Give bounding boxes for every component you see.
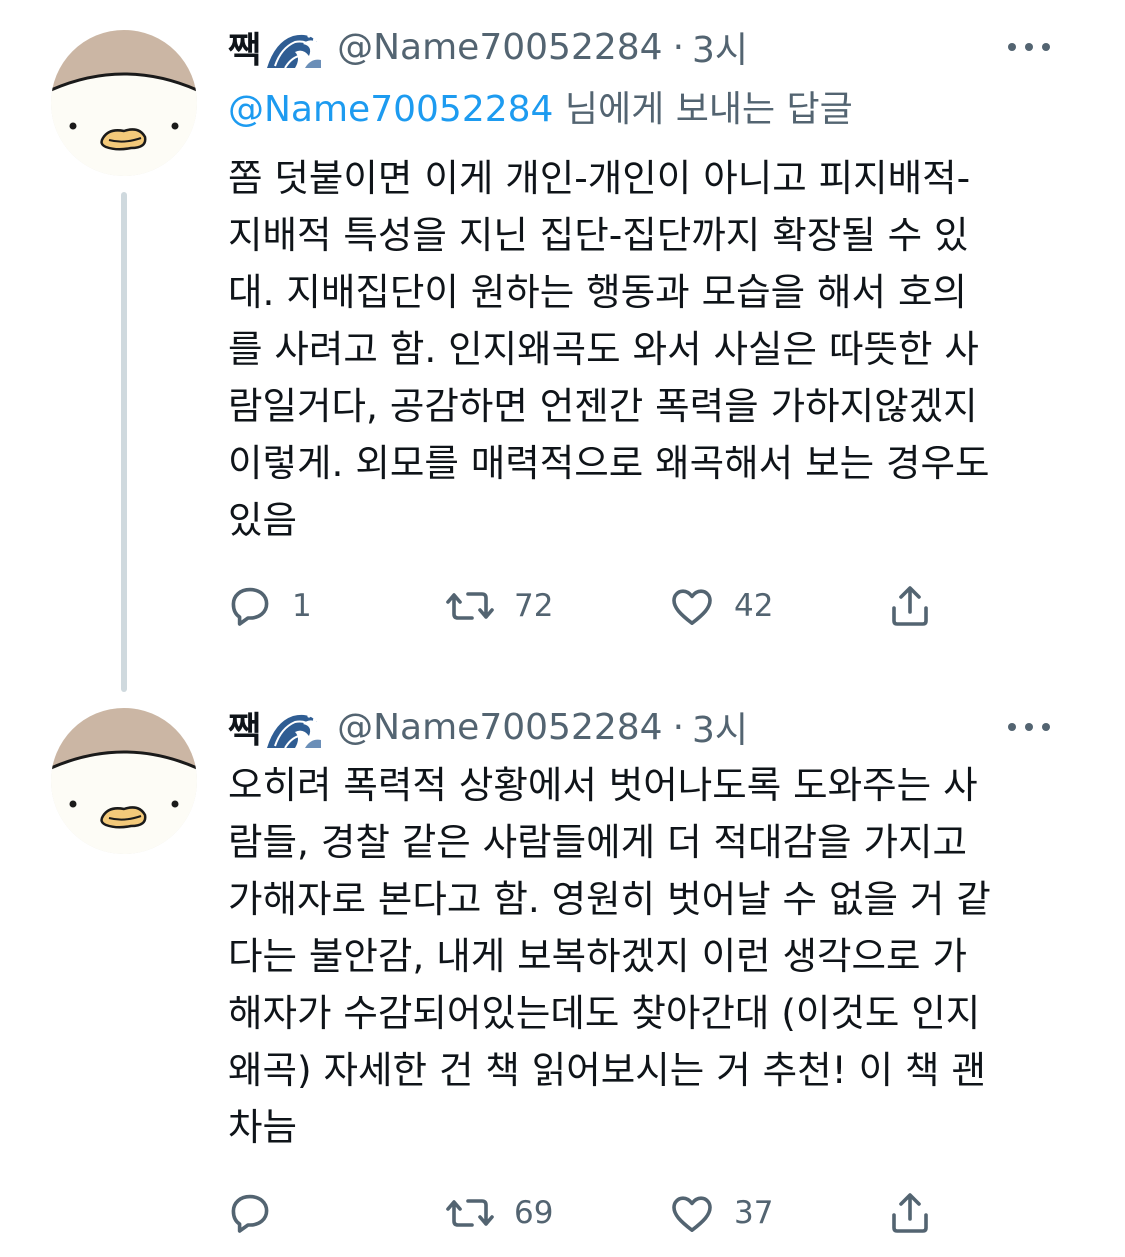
tweet-header: 짹 @Name70052284 · 3시	[228, 702, 1085, 752]
retweet-icon	[446, 592, 494, 620]
like-button[interactable]: 42	[668, 578, 773, 634]
more-options-button[interactable]	[1001, 32, 1057, 62]
tweet-text-line: 람일거다, 공감하면 언젠간 폭력을 가하지않겠지	[228, 384, 978, 428]
share-icon	[892, 1193, 928, 1233]
avatar[interactable]	[51, 30, 197, 176]
tweet-actions: 69 37	[226, 1185, 946, 1241]
reply-icon	[231, 1194, 269, 1233]
like-count: 37	[734, 1195, 774, 1231]
retweet-icon	[446, 1199, 494, 1227]
tweet-text-line: 대. 지배집단이 원하는 행동과 모습을 해서 호의	[228, 270, 967, 314]
tweet-text-line: 오히려 폭력적 상황에서 벗어나도록 도와주는 사	[228, 763, 978, 807]
tweet-thread: 짹 @Name70052284 · 3시 @Name70052284 님에게 보…	[0, 0, 1125, 1257]
handle[interactable]: @Name70052284	[337, 707, 662, 748]
handle[interactable]: @Name70052284	[337, 27, 662, 68]
reply-to-suffix: 님에게 보내는 답글	[553, 89, 853, 130]
reply-button[interactable]: 1	[226, 578, 312, 634]
timestamp[interactable]: 3시	[692, 21, 748, 73]
tweet-text-line: 람들, 경찰 같은 사람들에게 더 적대감을 가지고	[228, 820, 967, 864]
share-button[interactable]	[886, 1185, 934, 1241]
duck-avatar-icon	[51, 708, 197, 854]
thread-connector-line	[121, 192, 127, 692]
tweet-text: 쫌 덧붙이면 이게 개인-개인이 아니고 피지배적- 지배적 특성을 지닌 집단…	[228, 150, 1080, 549]
tweet-text-line: 차늠	[228, 1105, 297, 1149]
reply-count: 1	[292, 588, 312, 624]
display-name[interactable]: 짹	[228, 21, 261, 73]
tweet-text-line: 이렇게. 외모를 매력적으로 왜곡해서 보는 경우도	[228, 441, 990, 485]
tweet-header: 짹 @Name70052284 · 3시	[228, 22, 1085, 72]
display-name[interactable]: 짹	[228, 701, 261, 753]
more-dots-icon	[1008, 43, 1050, 51]
wave-icon	[265, 28, 324, 70]
share-button[interactable]	[886, 578, 934, 634]
separator-dot: ·	[672, 706, 685, 748]
more-dots-icon	[1008, 723, 1050, 731]
tweet-text-line: 지배적 특성을 지닌 집단-집단까지 확장될 수 있	[228, 213, 969, 257]
like-count: 42	[734, 588, 774, 624]
share-icon	[892, 586, 928, 626]
duck-avatar-icon	[51, 30, 197, 176]
like-button[interactable]: 37	[668, 1185, 773, 1241]
separator-dot: ·	[672, 26, 685, 68]
tweet-text-line: 를 사려고 함. 인지왜곡도 와서 사실은 따뜻한 사	[228, 327, 979, 371]
tweet-text-line: 있음	[228, 498, 297, 542]
reply-button[interactable]	[226, 1185, 292, 1241]
reply-to-mention-link[interactable]: @Name70052284	[228, 89, 553, 130]
heart-icon	[672, 589, 712, 625]
timestamp[interactable]: 3시	[692, 701, 748, 753]
retweet-count: 72	[514, 588, 554, 624]
wave-icon	[265, 708, 324, 750]
tweet-text-line: 쫌 덧붙이면 이게 개인-개인이 아니고 피지배적-	[228, 156, 971, 200]
avatar[interactable]	[51, 708, 197, 854]
reply-icon	[231, 587, 269, 626]
retweet-button[interactable]: 72	[444, 578, 553, 634]
retweet-count: 69	[514, 1195, 554, 1231]
retweet-button[interactable]: 69	[444, 1185, 553, 1241]
tweet-text-line: 해자가 수감되어있는데도 찾아간대 (이것도 인지	[228, 991, 981, 1035]
tweet-actions: 1 72 42	[226, 578, 946, 634]
tweet-text-line: 왜곡) 자세한 건 책 읽어보시는 거 추천! 이 책 괜	[228, 1048, 986, 1092]
heart-icon	[672, 1196, 712, 1232]
tweet-text-line: 가해자로 본다고 함. 영원히 벗어날 수 없을 거 같	[228, 877, 991, 921]
tweet-text-line: 다는 불안감, 내게 보복하겠지 이런 생각으로 가	[228, 934, 967, 978]
replying-to: @Name70052284 님에게 보내는 답글	[228, 80, 853, 132]
more-options-button[interactable]	[1001, 712, 1057, 742]
tweet-text: 오히려 폭력적 상황에서 벗어나도록 도와주는 사 람들, 경찰 같은 사람들에…	[228, 757, 1080, 1156]
